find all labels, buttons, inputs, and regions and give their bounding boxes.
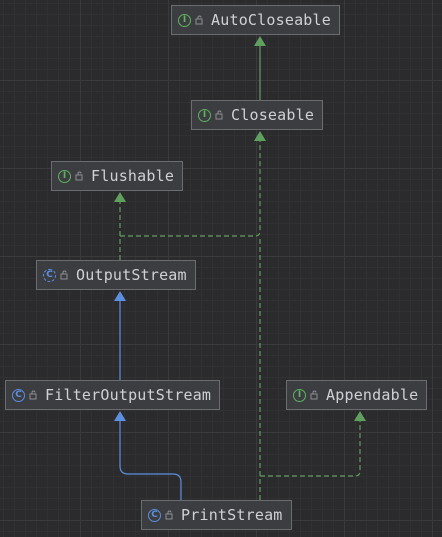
node-label: OutputStream — [76, 266, 187, 284]
edge-outputstream-to-closeable — [119, 140, 261, 260]
interface-icon: I — [293, 388, 306, 402]
node-appendable[interactable]: I Appendable — [286, 380, 428, 410]
public-visibility-icon — [195, 15, 203, 25]
public-visibility-icon — [215, 110, 223, 120]
node-outputstream[interactable]: C OutputStream — [36, 260, 196, 290]
arrowhead-autocloseable — [254, 36, 266, 46]
public-visibility-icon — [60, 270, 68, 280]
edge-printstream-to-filteroutputstream — [119, 421, 182, 500]
edge-printstream-to-appendable — [259, 421, 361, 500]
interface-icon: I — [198, 108, 211, 122]
arrowhead-closeable — [254, 131, 266, 141]
class-icon: C — [12, 388, 25, 402]
arrowhead-flushable — [114, 192, 126, 202]
public-visibility-icon — [165, 510, 173, 520]
node-filteroutputstream[interactable]: C FilterOutputStream — [5, 380, 221, 410]
node-autocloseable[interactable]: I AutoCloseable — [171, 5, 340, 35]
node-label: PrintStream — [181, 506, 283, 524]
node-label: AutoCloseable — [211, 11, 331, 29]
node-closeable[interactable]: I Closeable — [191, 100, 324, 130]
interface-icon: I — [178, 13, 191, 27]
public-visibility-icon — [29, 390, 37, 400]
node-label: FilterOutputStream — [45, 386, 212, 404]
node-label: Closeable — [231, 106, 315, 124]
public-visibility-icon — [310, 390, 318, 400]
class-icon: C — [148, 508, 161, 522]
node-printstream[interactable]: C PrintStream — [141, 500, 292, 530]
arrowhead-appendable — [354, 411, 366, 421]
node-label: Flushable — [91, 167, 175, 185]
node-label: Appendable — [326, 386, 419, 404]
arrowhead-outputstream — [114, 291, 126, 301]
arrowhead-filteroutputstream — [114, 411, 126, 421]
interface-icon: I — [58, 169, 71, 183]
node-flushable[interactable]: I Flushable — [51, 161, 184, 191]
public-visibility-icon — [75, 171, 83, 181]
abstract-class-icon: C — [43, 268, 56, 282]
